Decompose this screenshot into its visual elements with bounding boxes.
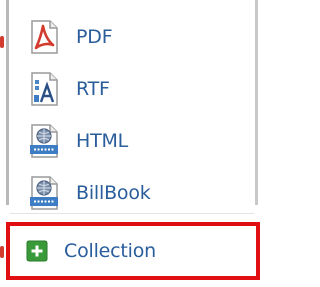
rtf-file-icon <box>31 72 58 106</box>
menu-right-border <box>255 0 258 205</box>
billbook-file-icon <box>30 176 58 210</box>
add-collection-icon <box>26 240 48 262</box>
menu-item-rtf[interactable]: RTF <box>14 64 250 114</box>
pdf-file-icon <box>31 20 58 54</box>
edge-marker <box>0 246 4 258</box>
collection-button[interactable]: Collection <box>6 222 260 280</box>
menu-left-border <box>6 0 9 205</box>
export-menu: PDF RTF HTML BillBook Collection <box>0 0 266 287</box>
menu-item-pdf[interactable]: PDF <box>14 12 250 62</box>
menu-item-html[interactable]: HTML <box>14 116 250 166</box>
menu-item-label: BillBook <box>76 182 151 204</box>
collection-label: Collection <box>64 240 156 262</box>
menu-separator <box>10 213 254 214</box>
menu-item-label: HTML <box>76 130 129 152</box>
menu-item-billbook[interactable]: BillBook <box>14 168 250 218</box>
menu-item-label: RTF <box>76 78 110 100</box>
menu-item-label: PDF <box>76 26 113 48</box>
html-file-icon <box>30 124 58 158</box>
edge-marker <box>0 36 4 48</box>
